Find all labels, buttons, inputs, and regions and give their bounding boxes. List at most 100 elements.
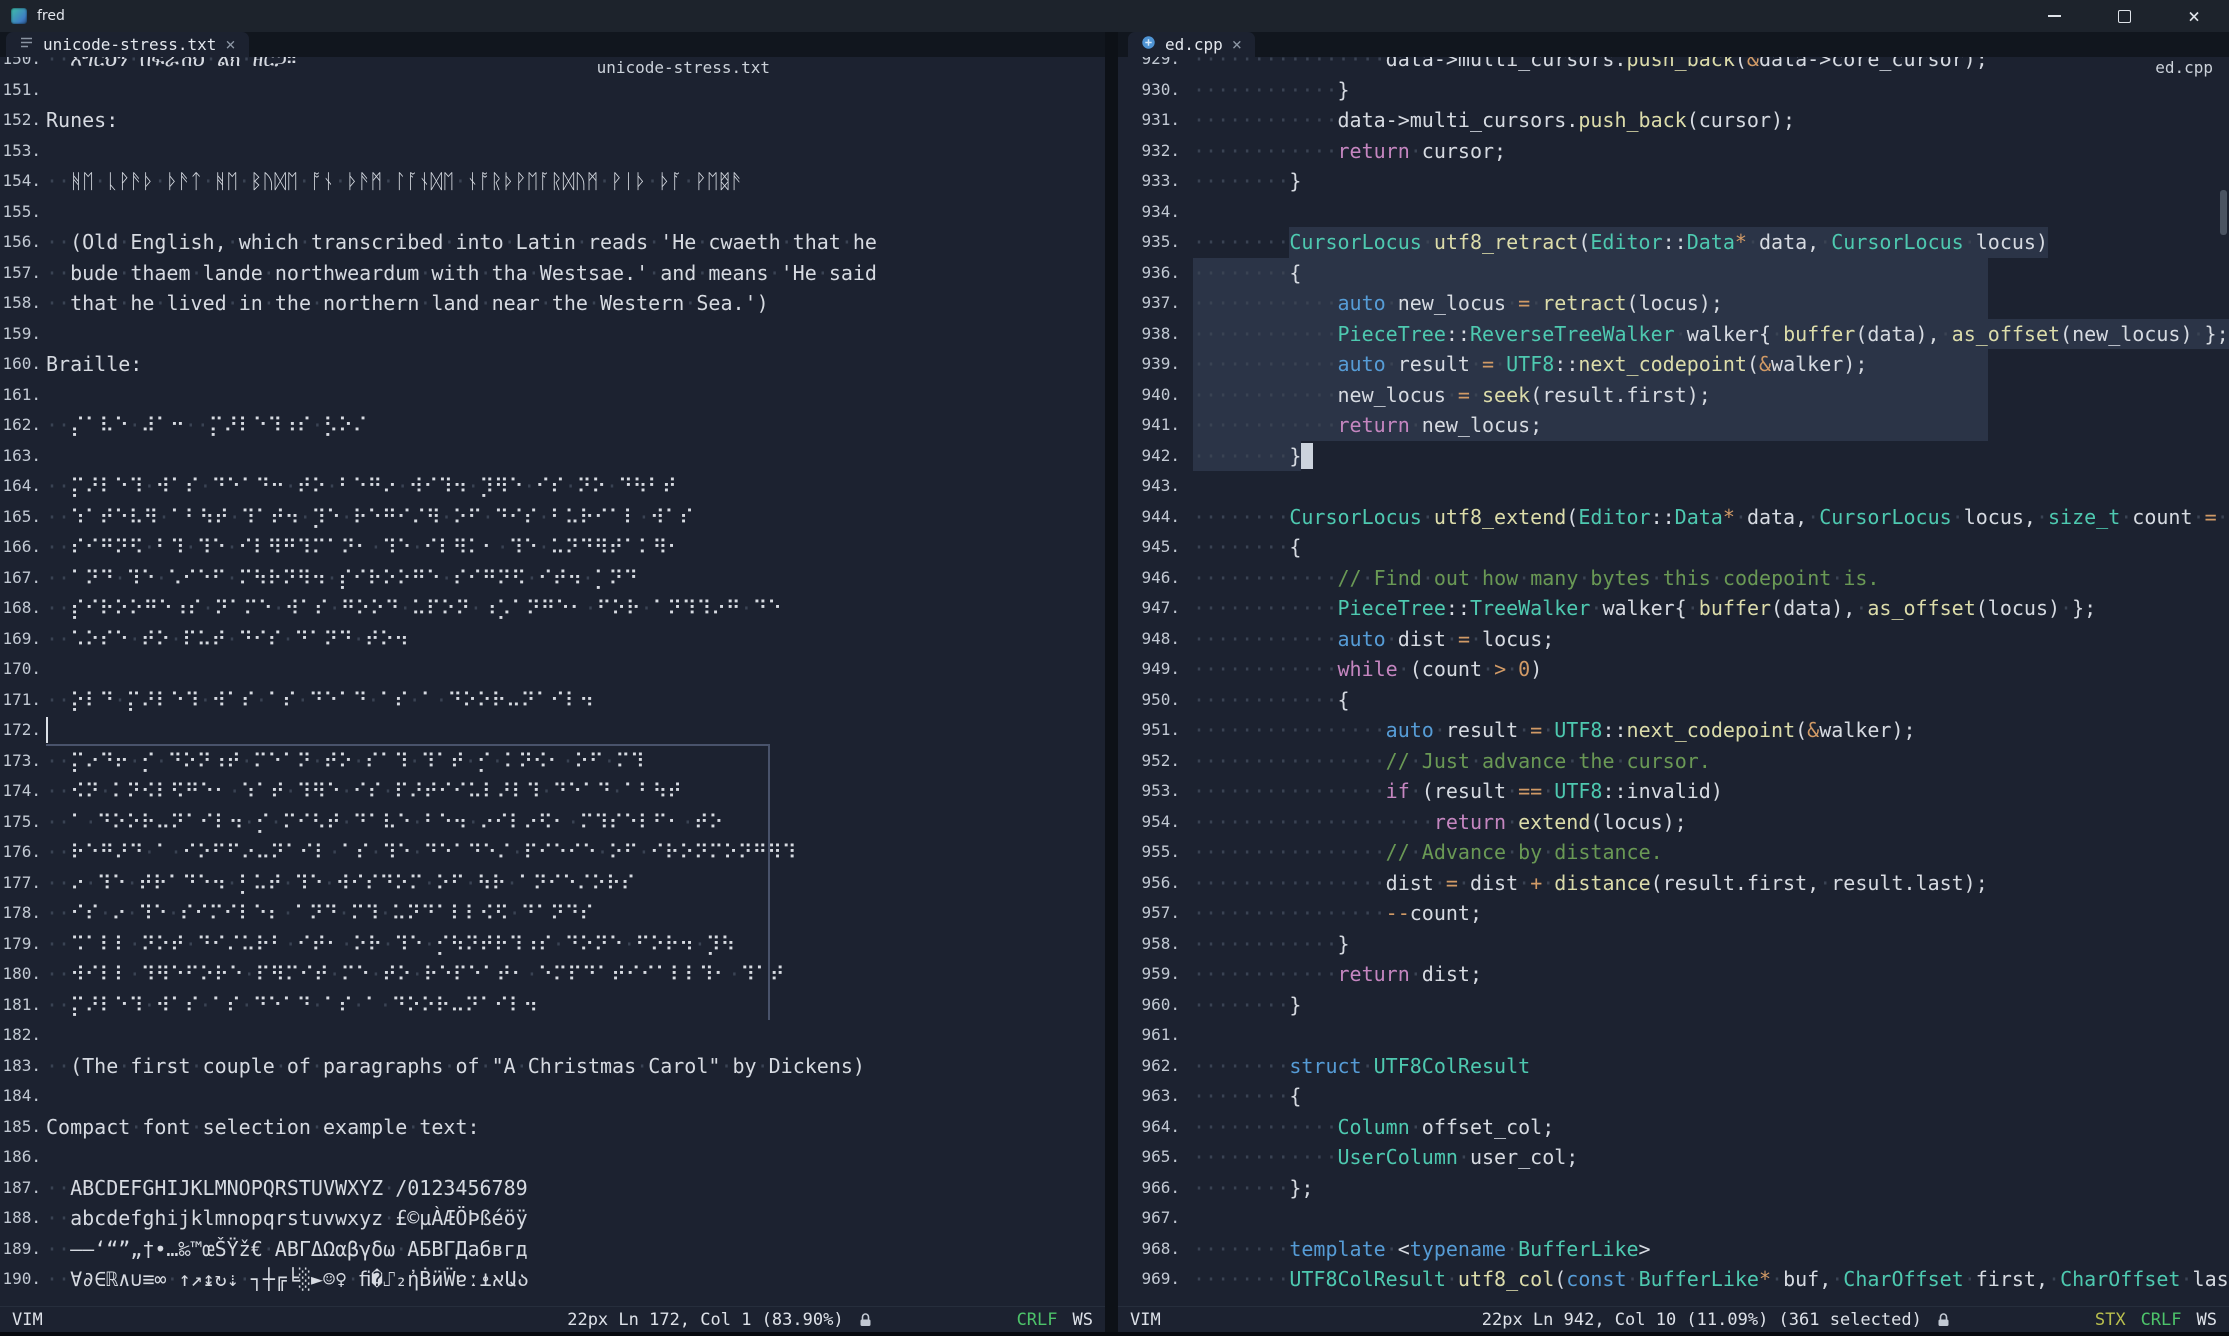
code-line[interactable]: 166.··⠎⠊⠛⠝⠫·⠃⠹·⠹⠑·⠊⠇⠻⠛⠹⠍⠁⠝⠂·⠹⠑·⠊⠇⠻⠅⠂·⠹⠑·…: [0, 532, 1105, 563]
code-line[interactable]: 177.··⠔·⠹⠑·⠞⠗⠁⠙⠑⠲·⡃⠥⠞·⠹⠑·⠺⠊⠎⠙⠕⠍·⠕⠋·⠳⠗·⠁⠝…: [0, 868, 1105, 899]
code-line[interactable]: 187.··ABCDEFGHIJKLMNOPQRSTUVWXYZ·/012345…: [0, 1173, 1105, 1204]
code-line[interactable]: 161.: [0, 380, 1105, 411]
code-line[interactable]: 939.············auto·result·=·UTF8::next…: [1118, 349, 2229, 380]
code-line[interactable]: 949.············while·(count·>·0): [1118, 654, 2229, 685]
code-line[interactable]: 178.··⠊⠎·⠔·⠹⠑·⠎⠊⠍⠊⠇⠑⠆·⠁⠝⠙·⠍⠹·⠥⠝⠙⠁⠇⠇⠪⠫·⠙⠁…: [0, 898, 1105, 929]
code-line[interactable]: 174.··⠪⠝·⠅⠝⠪⠇⠫⠛⠑⠂·⠱⠁⠞·⠹⠻⠑·⠊⠎·⠏⠜⠞⠊⠊⠥⠇⠜⠇⠹·…: [0, 776, 1105, 807]
code-line[interactable]: 935.········CursorLocus·utf8_retract(Edi…: [1118, 227, 2229, 258]
code-line[interactable]: 942.········}: [1118, 441, 2229, 472]
code-line[interactable]: 965.············UserColumn·user_col;: [1118, 1142, 2229, 1173]
code-line[interactable]: 173.··⡍⠔⠙⠖·⡊·⠙⠕⠝⠰⠞·⠍⠑⠁⠝·⠞⠕·⠎⠁⠹·⠹⠁⠞·⡊·⠅⠝⠪…: [0, 746, 1105, 777]
code-line[interactable]: 183.··(The·first·couple·of·paragraphs·of…: [0, 1051, 1105, 1082]
maximize-button[interactable]: [2089, 0, 2159, 32]
code-line[interactable]: 959.············return·dist;: [1118, 959, 2229, 990]
code-line[interactable]: 159.: [0, 319, 1105, 350]
code-line[interactable]: 964.············Column·offset_col;: [1118, 1112, 2229, 1143]
status-flag-ws[interactable]: WS: [2197, 1310, 2217, 1330]
editor-pane-right[interactable]: 929.················data->multi_cursors.…: [1118, 57, 2229, 1306]
tab-ed-cpp[interactable]: ed.cpp ×: [1128, 32, 1255, 57]
code-line[interactable]: 961.: [1118, 1020, 2229, 1051]
code-line[interactable]: 969.········UTF8ColResult·utf8_col(const…: [1118, 1264, 2229, 1295]
code-line[interactable]: 157.··bude·thaem·lande·northweardum·with…: [0, 258, 1105, 289]
lock-icon[interactable]: [859, 1312, 872, 1328]
code-line[interactable]: 951.················auto·result·=·UTF8::…: [1118, 715, 2229, 746]
code-line[interactable]: 150.··እግርህን·በፍራሽህ·ልክ·ዘርጋ።: [0, 57, 1105, 75]
status-flag-ws[interactable]: WS: [1073, 1310, 1093, 1330]
code-line[interactable]: 932.············return·cursor;: [1118, 136, 2229, 167]
code-line[interactable]: 156.··(Old·English,·which·transcribed·in…: [0, 227, 1105, 258]
code-line[interactable]: 934.: [1118, 197, 2229, 228]
code-line[interactable]: 960.········}: [1118, 990, 2229, 1021]
code-line[interactable]: 182.: [0, 1020, 1105, 1051]
code-line[interactable]: 175.··⠁·⠙⠕⠕⠗⠤⠝⠁⠊⠇⠲·⡊·⠍⠊⠣⠞·⠙⠁⠧⠑·⠃⠑⠲·⠔⠊⠇⠔⠫…: [0, 807, 1105, 838]
tab-unicode-stress-txt[interactable]: unicode-stress.txt ×: [6, 32, 249, 57]
code-line[interactable]: 188.··abcdefghijklmnopqrstuvwxyz·£©µÀÆÖÞ…: [0, 1203, 1105, 1234]
code-line[interactable]: 168.··⡎⠊⠗⠕⠕⠛⠑⠰⠎·⠝⠁⠍⠑·⠺⠁⠎·⠛⠕⠕⠙·⠥⠏⠕⠝·⠰⡡⠁⠝⠛…: [0, 593, 1105, 624]
code-line[interactable]: 160.Braille:: [0, 349, 1105, 380]
code-line[interactable]: 929.················data->multi_cursors.…: [1118, 57, 2229, 75]
code-line[interactable]: 930.············}: [1118, 75, 2229, 106]
code-line[interactable]: 151.: [0, 75, 1105, 106]
code-line[interactable]: 170.: [0, 654, 1105, 685]
code-line[interactable]: 945.········{: [1118, 532, 2229, 563]
code-line[interactable]: 947.············PieceTree::TreeWalker·wa…: [1118, 593, 2229, 624]
code-line[interactable]: 171.··⡕⠇⠙·⡍⠜⠇⠑⠹·⠺⠁⠎·⠁⠎·⠙⠑⠁⠙·⠁⠎·⠁·⠙⠕⠕⠗⠤⠝⠁…: [0, 685, 1105, 716]
code-line[interactable]: 952.················//·Just·advance·the·…: [1118, 746, 2229, 777]
code-line[interactable]: 163.: [0, 441, 1105, 472]
status-flag-stx[interactable]: STX: [2095, 1310, 2126, 1330]
code-line[interactable]: 963.········{: [1118, 1081, 2229, 1112]
code-line[interactable]: 943.: [1118, 471, 2229, 502]
code-line[interactable]: 938.············PieceTree::ReverseTreeWa…: [1118, 319, 2229, 350]
code-line[interactable]: 153.: [0, 136, 1105, 167]
code-line[interactable]: 190.··∀∂∈ℝ∧∪≡∞·↑↗↨↻⇣·┐┼╔╘░►☺♀·ﬁ�⑀₂ἠḂӥẄɐː…: [0, 1264, 1105, 1295]
code-line[interactable]: 172.: [0, 715, 1105, 746]
tab-close-button[interactable]: ×: [1232, 35, 1242, 55]
code-line[interactable]: 950.············{: [1118, 685, 2229, 716]
lock-icon[interactable]: [1937, 1312, 1950, 1328]
code-line[interactable]: 948.············auto·dist·=·locus;: [1118, 624, 2229, 655]
close-button[interactable]: ×: [2159, 0, 2229, 32]
code-line[interactable]: 946.············//·Find·out·how·many·byt…: [1118, 563, 2229, 594]
code-line[interactable]: 165.··⠱⠁⠞⠑⠧⠻·⠁⠃⠳⠞·⠹⠁⠞⠲·⡹⠑·⠗⠑⠛⠊⠌⠻·⠕⠋·⠙⠊⠎·…: [0, 502, 1105, 533]
code-line[interactable]: 179.··⠩⠁⠇⠇·⠝⠕⠞·⠙⠊⠌⠥⠗⠃·⠊⠞⠂·⠕⠗·⠹⠑·⡊⠳⠝⠞⠗⠹⠰⠎…: [0, 929, 1105, 960]
code-line[interactable]: 944.········CursorLocus·utf8_extend(Edit…: [1118, 502, 2229, 533]
code-line[interactable]: 162.··⡌⠁⠧⠑·⠼⠁⠒··⡍⠜⠇⠑⠹⠰⠎·⡣⠕⠌: [0, 410, 1105, 441]
code-line[interactable]: 962.········struct·UTF8ColResult: [1118, 1051, 2229, 1082]
code-line[interactable]: 967.: [1118, 1203, 2229, 1234]
code-line[interactable]: 957.················--count;: [1118, 898, 2229, 929]
pane-divider[interactable]: [1105, 32, 1118, 1332]
code-line[interactable]: 185.Compact·font·selection·example·text:: [0, 1112, 1105, 1143]
code-line[interactable]: 181.··⡍⠜⠇⠑⠹·⠺⠁⠎·⠁⠎·⠙⠑⠁⠙·⠁⠎·⠁·⠙⠕⠕⠗⠤⠝⠁⠊⠇⠲: [0, 990, 1105, 1021]
code-line[interactable]: 954.····················return·extend(lo…: [1118, 807, 2229, 838]
code-line[interactable]: 180.··⠺⠊⠇⠇·⠹⠻⠑⠋⠕⠗⠑·⠏⠻⠍⠊⠞·⠍⠑·⠞⠕·⠗⠑⠏⠑⠁⠞⠂·⠑…: [0, 959, 1105, 990]
code-line[interactable]: 176.··⠗⠑⠛⠜⠙·⠁·⠊⠕⠋⠋⠔⠤⠝⠁⠊⠇·⠁⠎·⠹⠑·⠙⠑⠁⠙⠑⠌·⠏⠊…: [0, 837, 1105, 868]
code-line[interactable]: 953.················if·(result·==·UTF8::…: [1118, 776, 2229, 807]
editor-pane-left[interactable]: 150.··እግርህን·በፍራሽህ·ልክ·ዘርጋ።151.152.Runes:1…: [0, 57, 1105, 1306]
code-line[interactable]: 937.············auto·new_locus·=·retract…: [1118, 288, 2229, 319]
code-line[interactable]: 152.Runes:: [0, 105, 1105, 136]
code-line[interactable]: 186.: [0, 1142, 1105, 1173]
code-line[interactable]: 164.··⡍⠜⠇⠑⠹·⠺⠁⠎·⠙⠑⠁⠙⠒·⠞⠕·⠃⠑⠛⠔·⠺⠊⠹⠲·⡹⠻⠑·⠊…: [0, 471, 1105, 502]
status-flag-crlf[interactable]: CRLF: [1017, 1310, 1058, 1330]
code-line[interactable]: 154.··ᚻᛖ·ᚳᚹᚫᚦ·ᚦᚫᛏ·ᚻᛖ·ᛒᚢᛞᛖ·ᚩᚾ·ᚦᚫᛗ·ᛚᚪᚾᛞᛖ·ᚾ…: [0, 166, 1105, 197]
code-line[interactable]: 189.··–—‘“”„†•…‰™œŠŸž€·ΑΒΓΔΩαβγδω·АБВГДа…: [0, 1234, 1105, 1265]
code-line[interactable]: 956.················dist·=·dist·+·distan…: [1118, 868, 2229, 899]
code-line[interactable]: 940.············new_locus·=·seek(result.…: [1118, 380, 2229, 411]
code-line[interactable]: 931.············data->multi_cursors.push…: [1118, 105, 2229, 136]
code-line[interactable]: 933.········}: [1118, 166, 2229, 197]
minimize-button[interactable]: [2019, 0, 2089, 32]
code-line[interactable]: 155.: [0, 197, 1105, 228]
code-line[interactable]: 966.········};: [1118, 1173, 2229, 1204]
code-line[interactable]: 184.: [0, 1081, 1105, 1112]
code-line[interactable]: 955.················//·Advance·by·distan…: [1118, 837, 2229, 868]
status-flag-crlf[interactable]: CRLF: [2141, 1310, 2182, 1330]
code-line[interactable]: 936.········{: [1118, 258, 2229, 289]
code-line[interactable]: 169.··⠡⠕⠎⠑·⠞⠕·⠏⠥⠞·⠙⠊⠎·⠙⠁⠝⠙·⠞⠕⠲: [0, 624, 1105, 655]
tab-close-button[interactable]: ×: [225, 35, 235, 55]
code-line[interactable]: 958.············}: [1118, 929, 2229, 960]
code-line[interactable]: 158.··that·he·lived·in·the·northern·land…: [0, 288, 1105, 319]
scrollbar-thumb[interactable]: [2220, 190, 2227, 235]
code-line[interactable]: 968.········template·<typename·BufferLik…: [1118, 1234, 2229, 1265]
code-line[interactable]: 167.··⠁⠝⠙·⠹⠑·⠡⠊⠑⠋·⠍⠳⠗⠝⠻⠲·⡎⠊⠗⠕⠕⠛⠑·⠎⠊⠛⠝⠫·⠊…: [0, 563, 1105, 594]
code-line[interactable]: 941.············return·new_locus;: [1118, 410, 2229, 441]
